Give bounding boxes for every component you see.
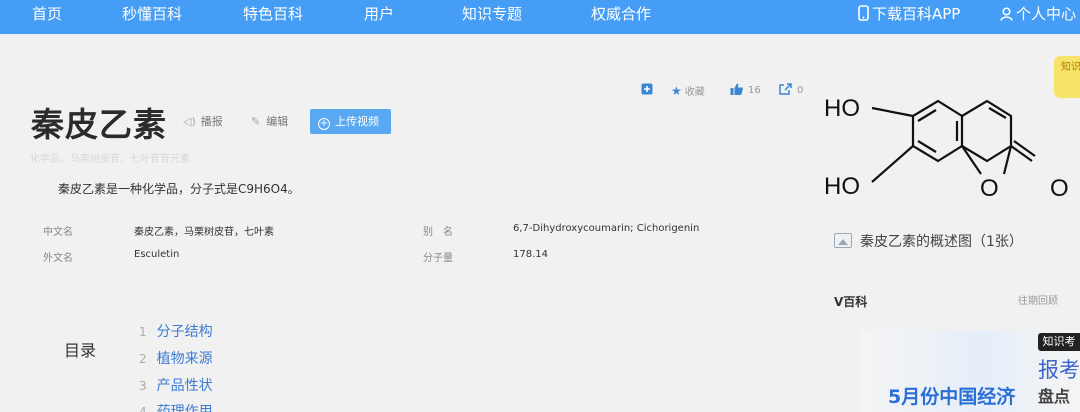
toc-item[interactable]: 4 药理作用 (139, 401, 213, 412)
toc-item-label: 药理作用 (156, 404, 213, 412)
edit-label: 编辑 (266, 115, 289, 128)
star-icon: ★ (671, 84, 682, 98)
toc-item-label: 产品性状 (156, 378, 213, 394)
info-value-molecular-weight: 178.14 (513, 249, 548, 260)
info-value-foreign-name: Esculetin (134, 249, 180, 260)
download-app-label: 下载百科APP (872, 5, 961, 23)
phone-icon (858, 5, 869, 21)
molecule-label-ring-oxygen: O (980, 175, 999, 202)
toc-item-label: 分子结构 (156, 324, 213, 340)
promo-banner[interactable]: 5月份中国经济 知识考 报考 盘点 (860, 330, 1080, 412)
thumbs-up-icon (730, 83, 743, 95)
toc-item-number: 3 (139, 379, 147, 393)
promo-badge: 知识考 (1038, 333, 1080, 351)
promo-subheadline: 盘点 (1038, 387, 1071, 406)
molecule-label-ho-top: HO (824, 95, 860, 122)
info-value-alias: 6,7-Dihydroxycoumarin; Cichorigenin (513, 223, 700, 234)
toc-item-number: 2 (139, 352, 147, 366)
toc-item-number: 1 (139, 325, 147, 339)
share-button[interactable]: 0 (779, 83, 803, 96)
molecule-structure-image[interactable]: HO HO O O (818, 86, 1080, 210)
nav-featured[interactable]: 特色百科 (243, 0, 303, 28)
side-floating-tab[interactable]: 知识百科 (1054, 56, 1080, 98)
personal-center-link[interactable]: 个人中心 (1000, 0, 1076, 28)
info-label-molecular-weight: 分子量 (423, 253, 453, 264)
toc-item[interactable]: 2 植物来源 (139, 348, 213, 368)
promo-main-text: 5月份中国经济 (888, 386, 1016, 408)
nav-home[interactable]: 首页 (32, 0, 62, 28)
add-square-icon (641, 83, 653, 95)
v-baike-title: V百科 (834, 295, 868, 309)
download-app-link[interactable]: 下载百科APP (858, 0, 960, 28)
pencil-icon: ✎ (251, 115, 261, 128)
share-count: 0 (797, 85, 804, 96)
like-count: 16 (748, 85, 761, 96)
nav-user[interactable]: 用户 (364, 0, 394, 28)
favorite-button[interactable]: ★ 收藏 (671, 83, 705, 98)
like-button[interactable]: 16 (730, 83, 761, 96)
info-value-chinese-name: 秦皮乙素，马栗树皮苷，七叶素 (134, 227, 274, 238)
top-nav: 首页 秒懂百科 特色百科 用户 知识专题 权威合作 下载百科APP 个人中心 (0, 0, 1080, 34)
user-icon (1000, 7, 1013, 21)
toc-item[interactable]: 3 产品性状 (139, 375, 213, 395)
toc-item-number: 4 (139, 405, 147, 412)
gallery-caption-label: 秦皮乙素的概述图（1张） (860, 234, 1023, 250)
molecule-label-ho-bottom: HO (824, 173, 860, 200)
gallery-caption-link[interactable]: 秦皮乙素的概述图（1张） (834, 231, 1023, 251)
toc-item[interactable]: 1 分子结构 (139, 321, 213, 341)
plus-circle-icon: + (318, 118, 330, 130)
add-button[interactable] (641, 83, 653, 98)
toc-title: 目录 (64, 341, 97, 360)
toc-item-label: 植物来源 (156, 351, 213, 367)
nav-topics[interactable]: 知识专题 (462, 0, 522, 28)
entry-subtitle: 化学品、马栗树皮苷、七叶苷苷元素 (30, 154, 190, 165)
past-issues-link[interactable]: 往期回顾 (1018, 292, 1058, 307)
info-label-alias: 别 名 (423, 227, 453, 238)
edit-button[interactable]: ✎ 编辑 (251, 113, 288, 129)
info-label-foreign-name: 外文名 (43, 253, 73, 264)
play-button[interactable]: ◁) 播报 (183, 113, 223, 129)
upload-video-label: 上传视频 (335, 115, 379, 128)
entry-summary: 秦皮乙素是一种化学品，分子式是C9H6O4。 (58, 182, 300, 196)
speaker-icon: ◁) (183, 115, 196, 128)
share-icon (779, 83, 792, 95)
personal-center-label: 个人中心 (1016, 5, 1077, 23)
nav-miaodong[interactable]: 秒懂百科 (122, 0, 182, 28)
favorite-label: 收藏 (684, 87, 705, 98)
upload-video-button[interactable]: + 上传视频 (310, 109, 391, 134)
play-label: 播报 (200, 115, 223, 128)
picture-icon (834, 233, 852, 248)
info-label-chinese-name: 中文名 (43, 227, 73, 238)
nav-partners[interactable]: 权威合作 (591, 0, 651, 28)
promo-headline: 报考 (1038, 358, 1080, 382)
entry-title: 秦皮乙素 (31, 105, 167, 144)
molecule-label-carbonyl-oxygen: O (1050, 175, 1069, 202)
